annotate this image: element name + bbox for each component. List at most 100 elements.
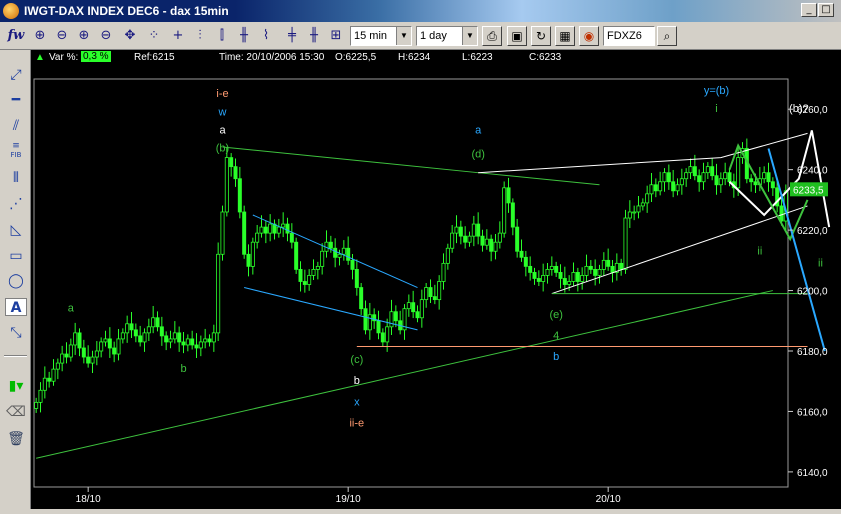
candle xyxy=(645,185,650,213)
eraser-icon[interactable]: ⌫ xyxy=(5,403,27,421)
trend-line[interactable] xyxy=(222,146,600,186)
candle xyxy=(125,315,130,343)
candle xyxy=(172,321,177,344)
candle xyxy=(229,153,234,177)
fibonacci-icon[interactable]: ≡ FIB xyxy=(5,142,27,160)
rectangle-icon[interactable]: ▭ xyxy=(5,247,27,265)
bars-icon[interactable]: ╫ xyxy=(234,26,254,46)
range-select[interactable]: 1 day ▼ xyxy=(416,26,478,46)
color-picker-icon[interactable]: ▮▾ xyxy=(5,377,27,395)
wave-label: w xyxy=(218,106,227,118)
pan-icon[interactable]: ✥ xyxy=(120,26,140,46)
candle xyxy=(688,158,693,180)
minimize-button[interactable]: _ xyxy=(801,3,817,17)
price-chart[interactable]: i-e w a (b) a b (c) b x ii-e a (d) (e) 4 b y=(b) i (b)? ii… xyxy=(31,65,841,509)
candle xyxy=(216,242,221,342)
x-tick-label: 20/10 xyxy=(596,494,621,505)
trend-line[interactable] xyxy=(478,132,808,174)
projection-line[interactable] xyxy=(728,130,831,228)
candle xyxy=(627,200,632,228)
candle xyxy=(376,310,381,340)
text-tool-icon[interactable]: A xyxy=(5,298,27,316)
up-arrow-icon: ▲ xyxy=(35,52,45,63)
candle xyxy=(129,312,134,339)
ellipse-icon[interactable]: ◯ xyxy=(5,272,27,290)
trash-icon[interactable]: 🗑 xyxy=(5,430,27,448)
fan-icon[interactable]: ⋰ xyxy=(5,195,27,213)
print-icon[interactable]: ⎙ xyxy=(482,26,502,46)
candle xyxy=(185,334,190,352)
vertical-lines-icon[interactable]: ⦀ xyxy=(5,169,27,187)
candle xyxy=(697,169,702,192)
trend-line[interactable] xyxy=(252,214,418,288)
candle xyxy=(619,258,624,276)
cursor-tool-icon[interactable]: ⤡ xyxy=(5,324,27,342)
chevron-down-icon[interactable]: ▼ xyxy=(462,27,477,45)
candle xyxy=(762,166,767,184)
refresh-icon[interactable]: ↻ xyxy=(531,26,551,46)
ohlc-icon[interactable]: ⫿ xyxy=(212,26,232,46)
window-title: IWGT-DAX INDEX DEC6 - dax 15min xyxy=(24,4,229,18)
wave-label: i-e xyxy=(216,88,228,100)
candle xyxy=(458,220,463,245)
candle xyxy=(450,224,455,253)
wave-label: b xyxy=(553,351,559,363)
channel-icon[interactable]: ⫽ xyxy=(5,117,27,135)
candle xyxy=(445,243,450,270)
candle xyxy=(588,260,593,274)
candle xyxy=(116,328,121,361)
candle xyxy=(424,283,429,308)
close-value: C:6233 xyxy=(529,52,562,63)
grid-icon[interactable]: ⁘ xyxy=(144,26,164,46)
logo-icon[interactable]: fw xyxy=(4,26,28,46)
search-icon[interactable]: ⌕ xyxy=(657,26,677,46)
x-tick-label: 18/10 xyxy=(76,494,101,505)
crosshair-icon[interactable]: + xyxy=(168,26,188,46)
candle xyxy=(255,224,260,249)
candle xyxy=(580,267,585,290)
candle xyxy=(203,328,208,349)
time-value: Time: 20/10/2006 15:30 xyxy=(219,52,325,63)
candle xyxy=(315,261,320,280)
candle xyxy=(177,326,182,352)
period-select[interactable]: 15 min ▼ xyxy=(350,26,412,46)
wave-label: (d) xyxy=(471,149,484,161)
fib-label: FIB xyxy=(10,151,22,159)
candle xyxy=(463,226,468,249)
candle xyxy=(207,334,212,347)
chevron-down-icon[interactable]: ▼ xyxy=(396,27,411,45)
study-icon[interactable]: ⊞ xyxy=(326,26,346,46)
table-icon[interactable]: ▦ xyxy=(555,26,575,46)
globe-icon[interactable]: ◉ xyxy=(579,26,599,46)
trend-line[interactable] xyxy=(551,205,808,295)
candlestick-icon[interactable]: ╪ xyxy=(282,26,302,46)
candle xyxy=(484,229,489,250)
line-chart-icon[interactable]: ⌇ xyxy=(256,26,276,46)
ref-value: Ref:6215 xyxy=(134,52,175,63)
zoom-in-icon[interactable]: ⊕ xyxy=(30,26,50,46)
maximize-button[interactable]: □ xyxy=(818,3,834,17)
triangle-icon[interactable]: ◺ xyxy=(5,221,27,239)
wave-labels: i-ewa(b)ab(c)bxii-ea(d)(e)4by=(b)i (b)?ii… xyxy=(68,85,823,429)
y-tick-label: 6180,0 xyxy=(797,347,828,358)
arrow-line-icon[interactable]: ⤢ xyxy=(5,66,27,84)
candle xyxy=(389,299,394,335)
horizontal-line-icon[interactable]: ━ xyxy=(5,91,27,109)
candle xyxy=(224,147,229,217)
zoom-out-icon[interactable]: ⊖ xyxy=(52,26,72,46)
candle xyxy=(402,304,407,340)
candle xyxy=(99,337,104,358)
wave-label: ii xyxy=(818,257,823,269)
save-icon[interactable]: ▣ xyxy=(507,26,527,46)
symbol-input[interactable]: FDXZ6 xyxy=(603,26,655,46)
candle xyxy=(649,172,654,203)
candle xyxy=(77,328,82,357)
indicator-icon[interactable]: ╫ xyxy=(304,26,324,46)
zoom-fit-icon[interactable]: ⊕ xyxy=(74,26,94,46)
bar-chart-icon[interactable]: ⫶ xyxy=(190,26,210,46)
chart-toolbar: fw ⊕ ⊖ ⊕ ⊖ ✥ ⁘ + ⫶ ⫿ ╫ ⌇ ╪ ╫ ⊞ 15 min ▼ … xyxy=(0,22,841,50)
candle xyxy=(558,264,563,289)
candle xyxy=(142,328,147,352)
projection-line[interactable] xyxy=(767,148,826,352)
zoom-reset-icon[interactable]: ⊖ xyxy=(96,26,116,46)
